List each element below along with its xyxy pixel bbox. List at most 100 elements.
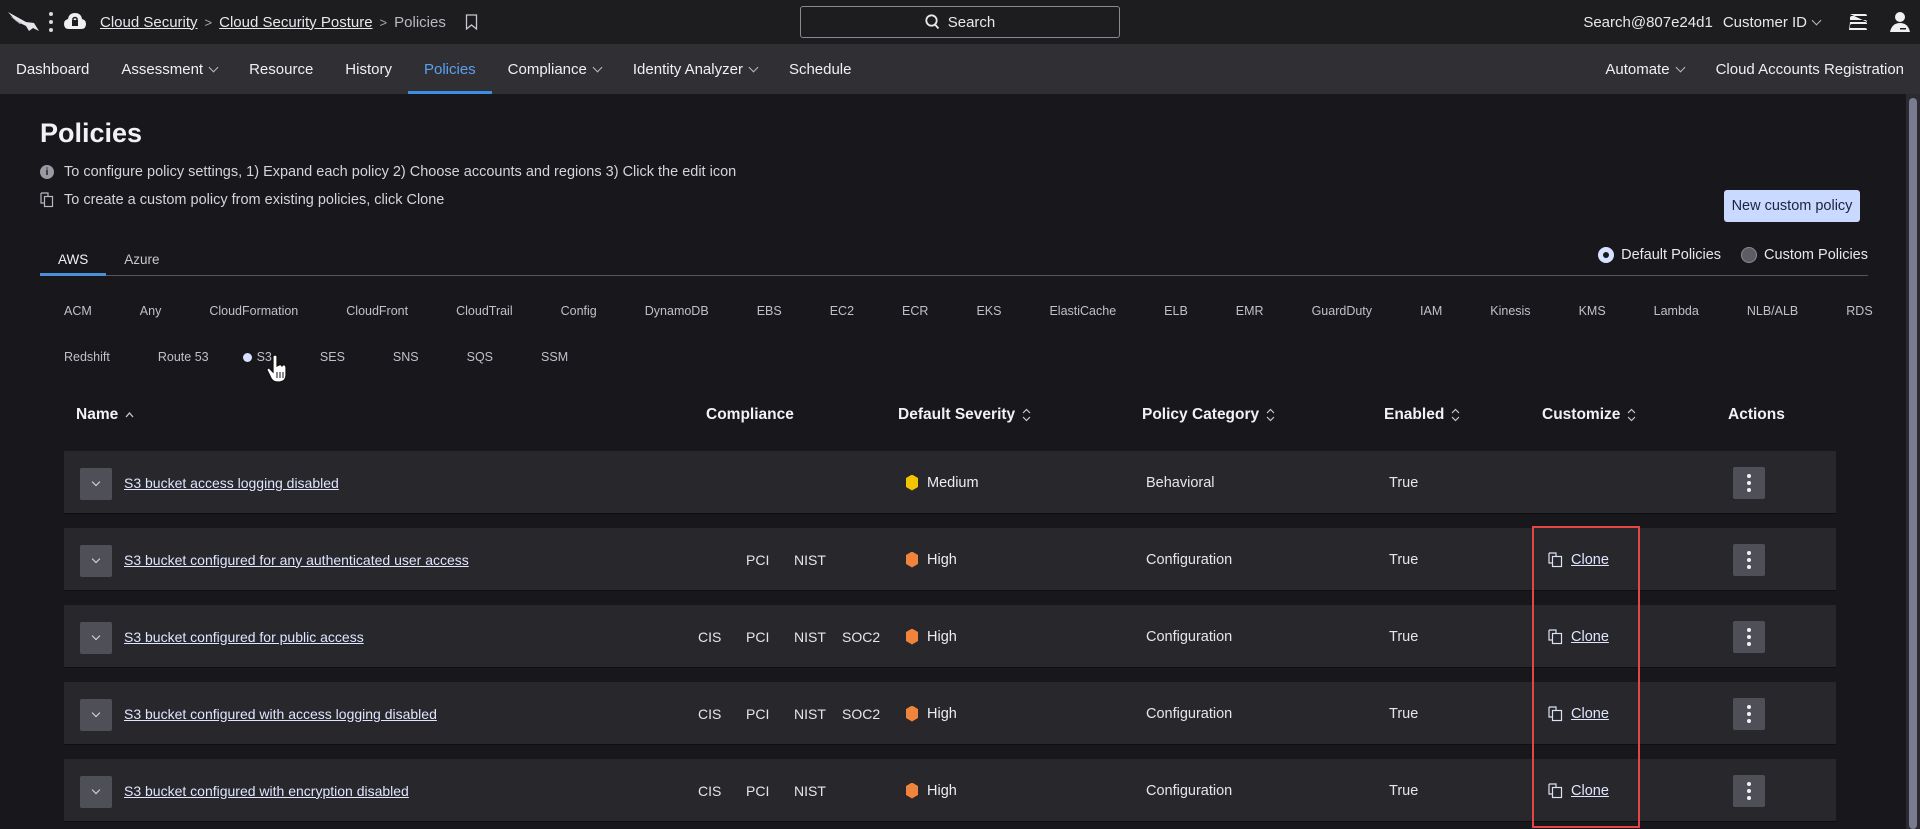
policy-type-radio-group: Default Policies Custom Policies xyxy=(1598,247,1868,263)
enabled-status: True xyxy=(1389,551,1419,568)
policy-name-link[interactable]: S3 bucket configured for public access xyxy=(124,605,364,668)
service-filter-ecr[interactable]: ECR xyxy=(878,304,952,318)
chevron-down-icon xyxy=(91,554,101,564)
expand-row-button[interactable] xyxy=(80,622,112,654)
service-filter-emr[interactable]: EMR xyxy=(1212,304,1288,318)
row-actions-menu-button[interactable] xyxy=(1733,467,1765,499)
column-header-default-severity[interactable]: Default Severity xyxy=(898,406,1031,424)
clone-link[interactable]: Clone xyxy=(1548,528,1609,591)
expand-row-button[interactable] xyxy=(80,776,112,808)
breadcrumb-cloud-security[interactable]: Cloud Security xyxy=(100,14,198,31)
column-header-policy-category[interactable]: Policy Category xyxy=(1142,406,1275,424)
service-filter-rds[interactable]: RDS xyxy=(1822,304,1896,318)
service-filter-elasticache[interactable]: ElastiCache xyxy=(1025,304,1140,318)
row-actions-menu-button[interactable] xyxy=(1733,621,1765,653)
chevron-down-icon xyxy=(91,785,101,795)
clone-link[interactable]: Clone xyxy=(1548,759,1609,822)
expand-row-button[interactable] xyxy=(80,545,112,577)
severity-label: High xyxy=(927,705,957,722)
chevron-down-icon xyxy=(748,62,759,72)
row-actions-menu-button[interactable] xyxy=(1733,698,1765,730)
clone-link[interactable]: Clone xyxy=(1548,605,1609,668)
clone-link[interactable]: Clone xyxy=(1548,682,1609,745)
service-filter-eks[interactable]: EKS xyxy=(952,304,1025,318)
nav-automate[interactable]: Automate xyxy=(1589,44,1699,94)
new-custom-policy-button[interactable]: New custom policy xyxy=(1724,190,1860,222)
column-header-enabled[interactable]: Enabled xyxy=(1384,406,1460,424)
service-filter-ec2[interactable]: EC2 xyxy=(806,304,878,318)
service-filter-any[interactable]: Any xyxy=(116,304,186,318)
compliance-cis: CIS xyxy=(698,705,722,722)
user-profile-icon[interactable] xyxy=(1888,10,1912,34)
service-filter-nlb-alb[interactable]: NLB/ALB xyxy=(1723,304,1822,318)
service-filter-elb[interactable]: ELB xyxy=(1140,304,1212,318)
nav-policies[interactable]: Policies xyxy=(407,44,492,94)
nav-history[interactable]: History xyxy=(329,44,408,94)
bookmark-icon[interactable] xyxy=(465,14,478,30)
policy-name-link[interactable]: S3 bucket configured for any authenticat… xyxy=(124,528,469,591)
policy-name-link[interactable]: S3 bucket access logging disabled xyxy=(124,451,339,514)
support-chat-icon[interactable] xyxy=(1846,10,1870,34)
tab-aws[interactable]: AWS xyxy=(40,244,107,276)
column-header-customize[interactable]: Customize xyxy=(1542,406,1636,424)
service-filter-cloudfront[interactable]: CloudFront xyxy=(322,304,432,318)
nav-resource[interactable]: Resource xyxy=(233,44,329,94)
service-filter-lambda[interactable]: Lambda xyxy=(1630,304,1723,318)
radio-default-policies[interactable]: Default Policies xyxy=(1598,247,1721,263)
scrollbar-thumb[interactable] xyxy=(1909,98,1917,829)
clone-hint-text: To create a custom policy from existing … xyxy=(64,192,445,208)
nav-identity-analyzer[interactable]: Identity Analyzer xyxy=(617,44,773,94)
policy-category: Configuration xyxy=(1146,551,1233,568)
global-search[interactable]: Search xyxy=(800,6,1120,38)
kebab-dot xyxy=(1747,705,1751,709)
service-filter-kinesis[interactable]: Kinesis xyxy=(1466,304,1554,318)
policy-name-link[interactable]: S3 bucket configured with encryption dis… xyxy=(124,759,409,822)
kebab-dot xyxy=(1747,488,1751,492)
service-filter-route-53[interactable]: Route 53 xyxy=(134,350,233,364)
tab-azure[interactable]: Azure xyxy=(106,244,177,275)
policy-name-link[interactable]: S3 bucket configured with access logging… xyxy=(124,682,437,745)
nav-cloud-accounts-registration[interactable]: Cloud Accounts Registration xyxy=(1700,44,1920,94)
app-menu-icon[interactable] xyxy=(48,12,54,32)
service-filter-ses[interactable]: SES xyxy=(296,350,369,364)
expand-row-button[interactable] xyxy=(80,699,112,731)
sort-icon xyxy=(1627,408,1636,422)
row-actions-menu-button[interactable] xyxy=(1733,544,1765,576)
service-filter-cloudformation[interactable]: CloudFormation xyxy=(185,304,322,318)
user-account[interactable]: Search@807e24d1 xyxy=(1583,14,1713,31)
radio-label: Custom Policies xyxy=(1764,247,1868,263)
main-nav: Dashboard Assessment Resource History Po… xyxy=(0,44,1920,94)
service-filter-redshift[interactable]: Redshift xyxy=(40,350,134,364)
column-label: Enabled xyxy=(1384,406,1445,423)
service-filter-iam[interactable]: IAM xyxy=(1396,304,1466,318)
breadcrumb-cloud-security-posture[interactable]: Cloud Security Posture xyxy=(219,14,372,31)
service-filter-ebs[interactable]: EBS xyxy=(733,304,806,318)
falcon-logo-icon[interactable] xyxy=(6,9,42,35)
table-row: S3 bucket configured with access logging… xyxy=(64,682,1836,745)
column-label: Compliance xyxy=(706,406,794,423)
service-filter-acm[interactable]: ACM xyxy=(40,304,116,318)
service-filter-sqs[interactable]: SQS xyxy=(443,350,517,364)
service-filter-cloudtrail[interactable]: CloudTrail xyxy=(432,304,537,318)
service-filter-config[interactable]: Config xyxy=(537,304,621,318)
severity-hexagon-icon xyxy=(906,551,918,568)
service-filter-sns[interactable]: SNS xyxy=(369,350,443,364)
row-actions-menu-button[interactable] xyxy=(1733,775,1765,807)
expand-row-button[interactable] xyxy=(80,468,112,500)
service-filter-kms[interactable]: KMS xyxy=(1555,304,1630,318)
nav-label: Schedule xyxy=(788,60,852,78)
page-scrollbar[interactable] xyxy=(1906,94,1920,829)
nav-label: Policies xyxy=(423,60,476,78)
column-header-name[interactable]: Name xyxy=(76,406,134,424)
page-title: Policies xyxy=(40,118,143,148)
nav-compliance[interactable]: Compliance xyxy=(492,44,617,94)
service-filter-ssm[interactable]: SSM xyxy=(517,350,592,364)
kebab-dot xyxy=(1747,782,1751,786)
radio-custom-policies[interactable]: Custom Policies xyxy=(1741,247,1868,263)
nav-schedule[interactable]: Schedule xyxy=(773,44,868,94)
service-filter-dynamodb[interactable]: DynamoDB xyxy=(621,304,733,318)
service-filter-guardduty[interactable]: GuardDuty xyxy=(1288,304,1396,318)
nav-assessment[interactable]: Assessment xyxy=(105,44,233,94)
nav-dashboard[interactable]: Dashboard xyxy=(0,44,105,94)
customer-id-dropdown[interactable]: Customer ID xyxy=(1723,14,1822,31)
